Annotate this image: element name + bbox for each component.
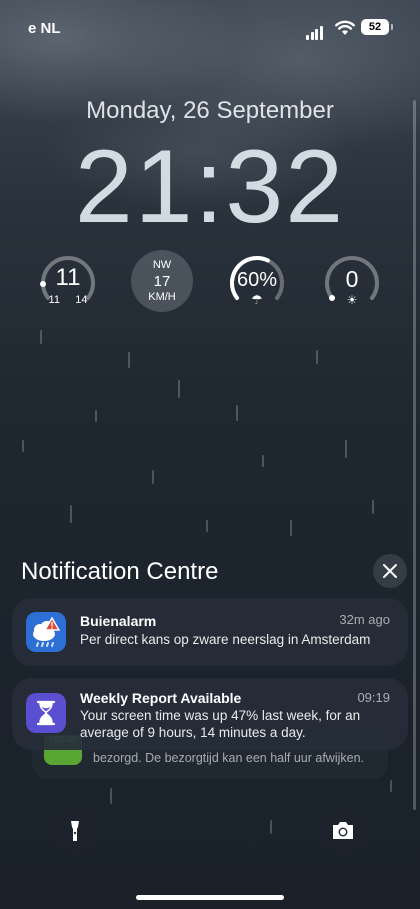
hourglass-icon (26, 693, 66, 733)
notification-body: Per direct kans op zware neerslag in Ams… (80, 632, 371, 647)
rain-alert-icon (26, 612, 66, 652)
wind-direction: NW (152, 259, 172, 271)
temperature-low: 11 (48, 294, 60, 306)
precipitation-widget[interactable]: 60% ☂ (226, 250, 288, 312)
temperature-widget[interactable]: 11 11 14 (37, 250, 99, 312)
umbrella-icon: ☂ (251, 292, 263, 307)
notification-time: 09:19 (357, 690, 390, 705)
notification-title: Weekly Report Available (80, 690, 242, 706)
notification-screen-time[interactable]: Weekly Report Available 09:19 Your scree… (12, 678, 408, 750)
carrier-label: e NL (28, 20, 61, 37)
precipitation-value: 60% (236, 269, 278, 291)
temperature-value: 11 (55, 264, 81, 291)
temperature-high: 14 (75, 294, 88, 306)
notification-buienalarm[interactable]: Buienalarm 32m ago Per direct kans op zw… (12, 598, 408, 666)
cellular-signal-icon (306, 22, 324, 40)
notification-time: 32m ago (339, 612, 390, 627)
sun-icon: ☀ (346, 293, 358, 307)
wifi-icon (335, 20, 355, 41)
uv-value: 0 (345, 266, 359, 292)
uv-widget[interactable]: 0 ☀ (321, 250, 383, 312)
home-indicator[interactable] (136, 895, 284, 900)
close-icon (383, 564, 397, 578)
lock-date: Monday, 26 September (86, 97, 334, 124)
clear-notifications-button[interactable] (373, 554, 407, 588)
notification-body: Your screen time was up 47% last week, f… (80, 708, 361, 740)
wind-speed: 17 (153, 273, 171, 290)
notification-centre-title: Notification Centre (21, 558, 219, 585)
stacked-notification-body: bezorgd. De bezorgtijd kan een half uur … (93, 751, 364, 765)
notification-title: Buienalarm (80, 613, 157, 629)
status-bar: e NL 52 (0, 18, 420, 40)
scrollbar[interactable] (413, 100, 416, 810)
wind-unit: KM/H (148, 291, 176, 303)
battery-icon: 52 (361, 19, 389, 35)
flashlight-icon (71, 821, 79, 841)
flashlight-button[interactable] (50, 806, 100, 856)
battery-tip (391, 24, 393, 30)
temperature-range: 11 14 (37, 294, 99, 306)
lock-time: 21:32 (74, 129, 346, 245)
camera-icon (333, 822, 353, 839)
wind-widget[interactable]: NW 17 KM/H (131, 250, 193, 312)
camera-button[interactable] (318, 806, 368, 856)
